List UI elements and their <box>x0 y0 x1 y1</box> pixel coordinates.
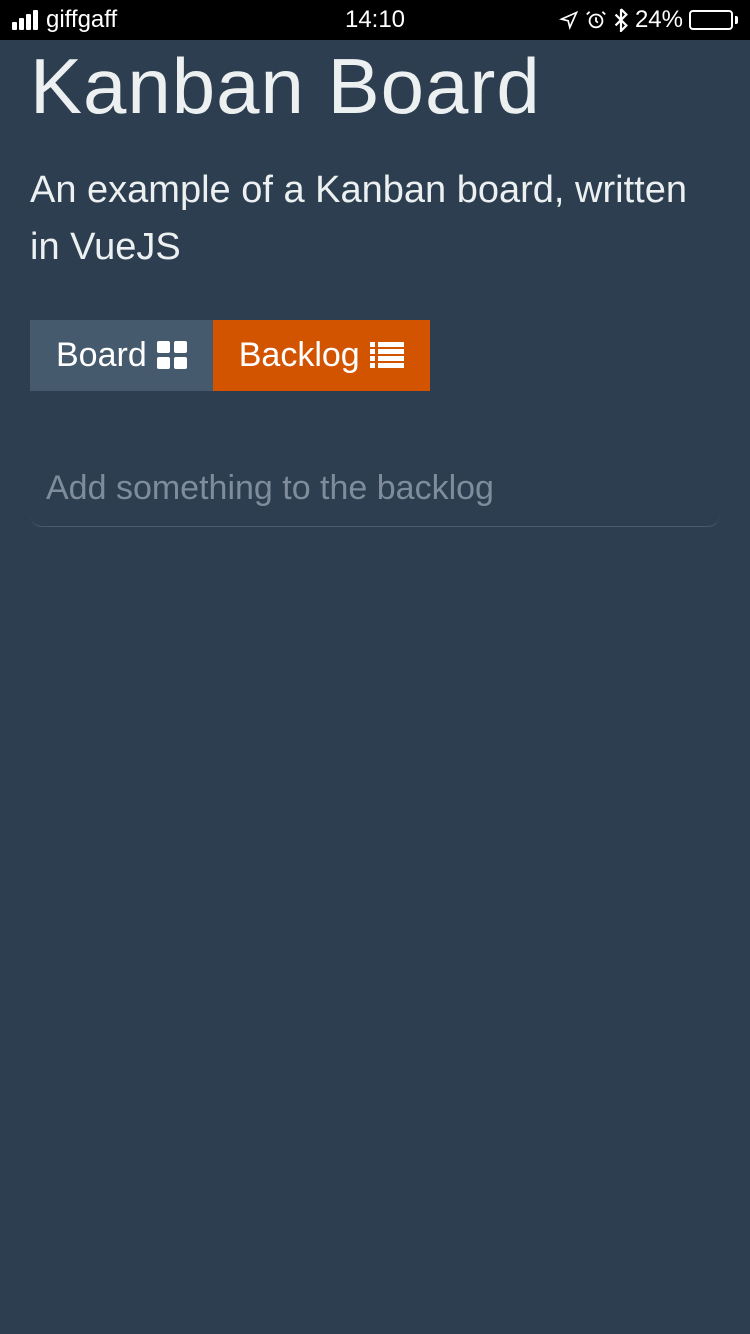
bluetooth-icon <box>613 8 629 32</box>
battery-icon <box>689 10 738 30</box>
add-input-container <box>30 455 720 527</box>
tab-row: Board Backlog <box>30 320 720 391</box>
tab-board[interactable]: Board <box>30 320 213 391</box>
page-subtitle: An example of a Kanban board, written in… <box>30 162 720 276</box>
add-backlog-input[interactable] <box>30 455 720 527</box>
tab-board-label: Board <box>56 336 147 375</box>
location-arrow-icon <box>559 10 579 30</box>
status-right: 24% <box>559 6 738 34</box>
tab-backlog[interactable]: Backlog <box>213 320 430 391</box>
grid-icon <box>157 341 187 369</box>
main-content: Kanban Board An example of a Kanban boar… <box>0 44 750 527</box>
clock-label: 14:10 <box>345 6 405 34</box>
signal-strength-icon <box>12 10 38 30</box>
carrier-label: giffgaff <box>46 6 117 34</box>
page-title: Kanban Board <box>30 44 720 130</box>
tab-backlog-label: Backlog <box>239 336 360 375</box>
battery-percent-label: 24% <box>635 6 683 34</box>
status-bar: giffgaff 14:10 24% <box>0 0 750 40</box>
list-icon <box>370 342 404 368</box>
status-left: giffgaff <box>12 6 117 34</box>
alarm-clock-icon <box>585 9 607 31</box>
